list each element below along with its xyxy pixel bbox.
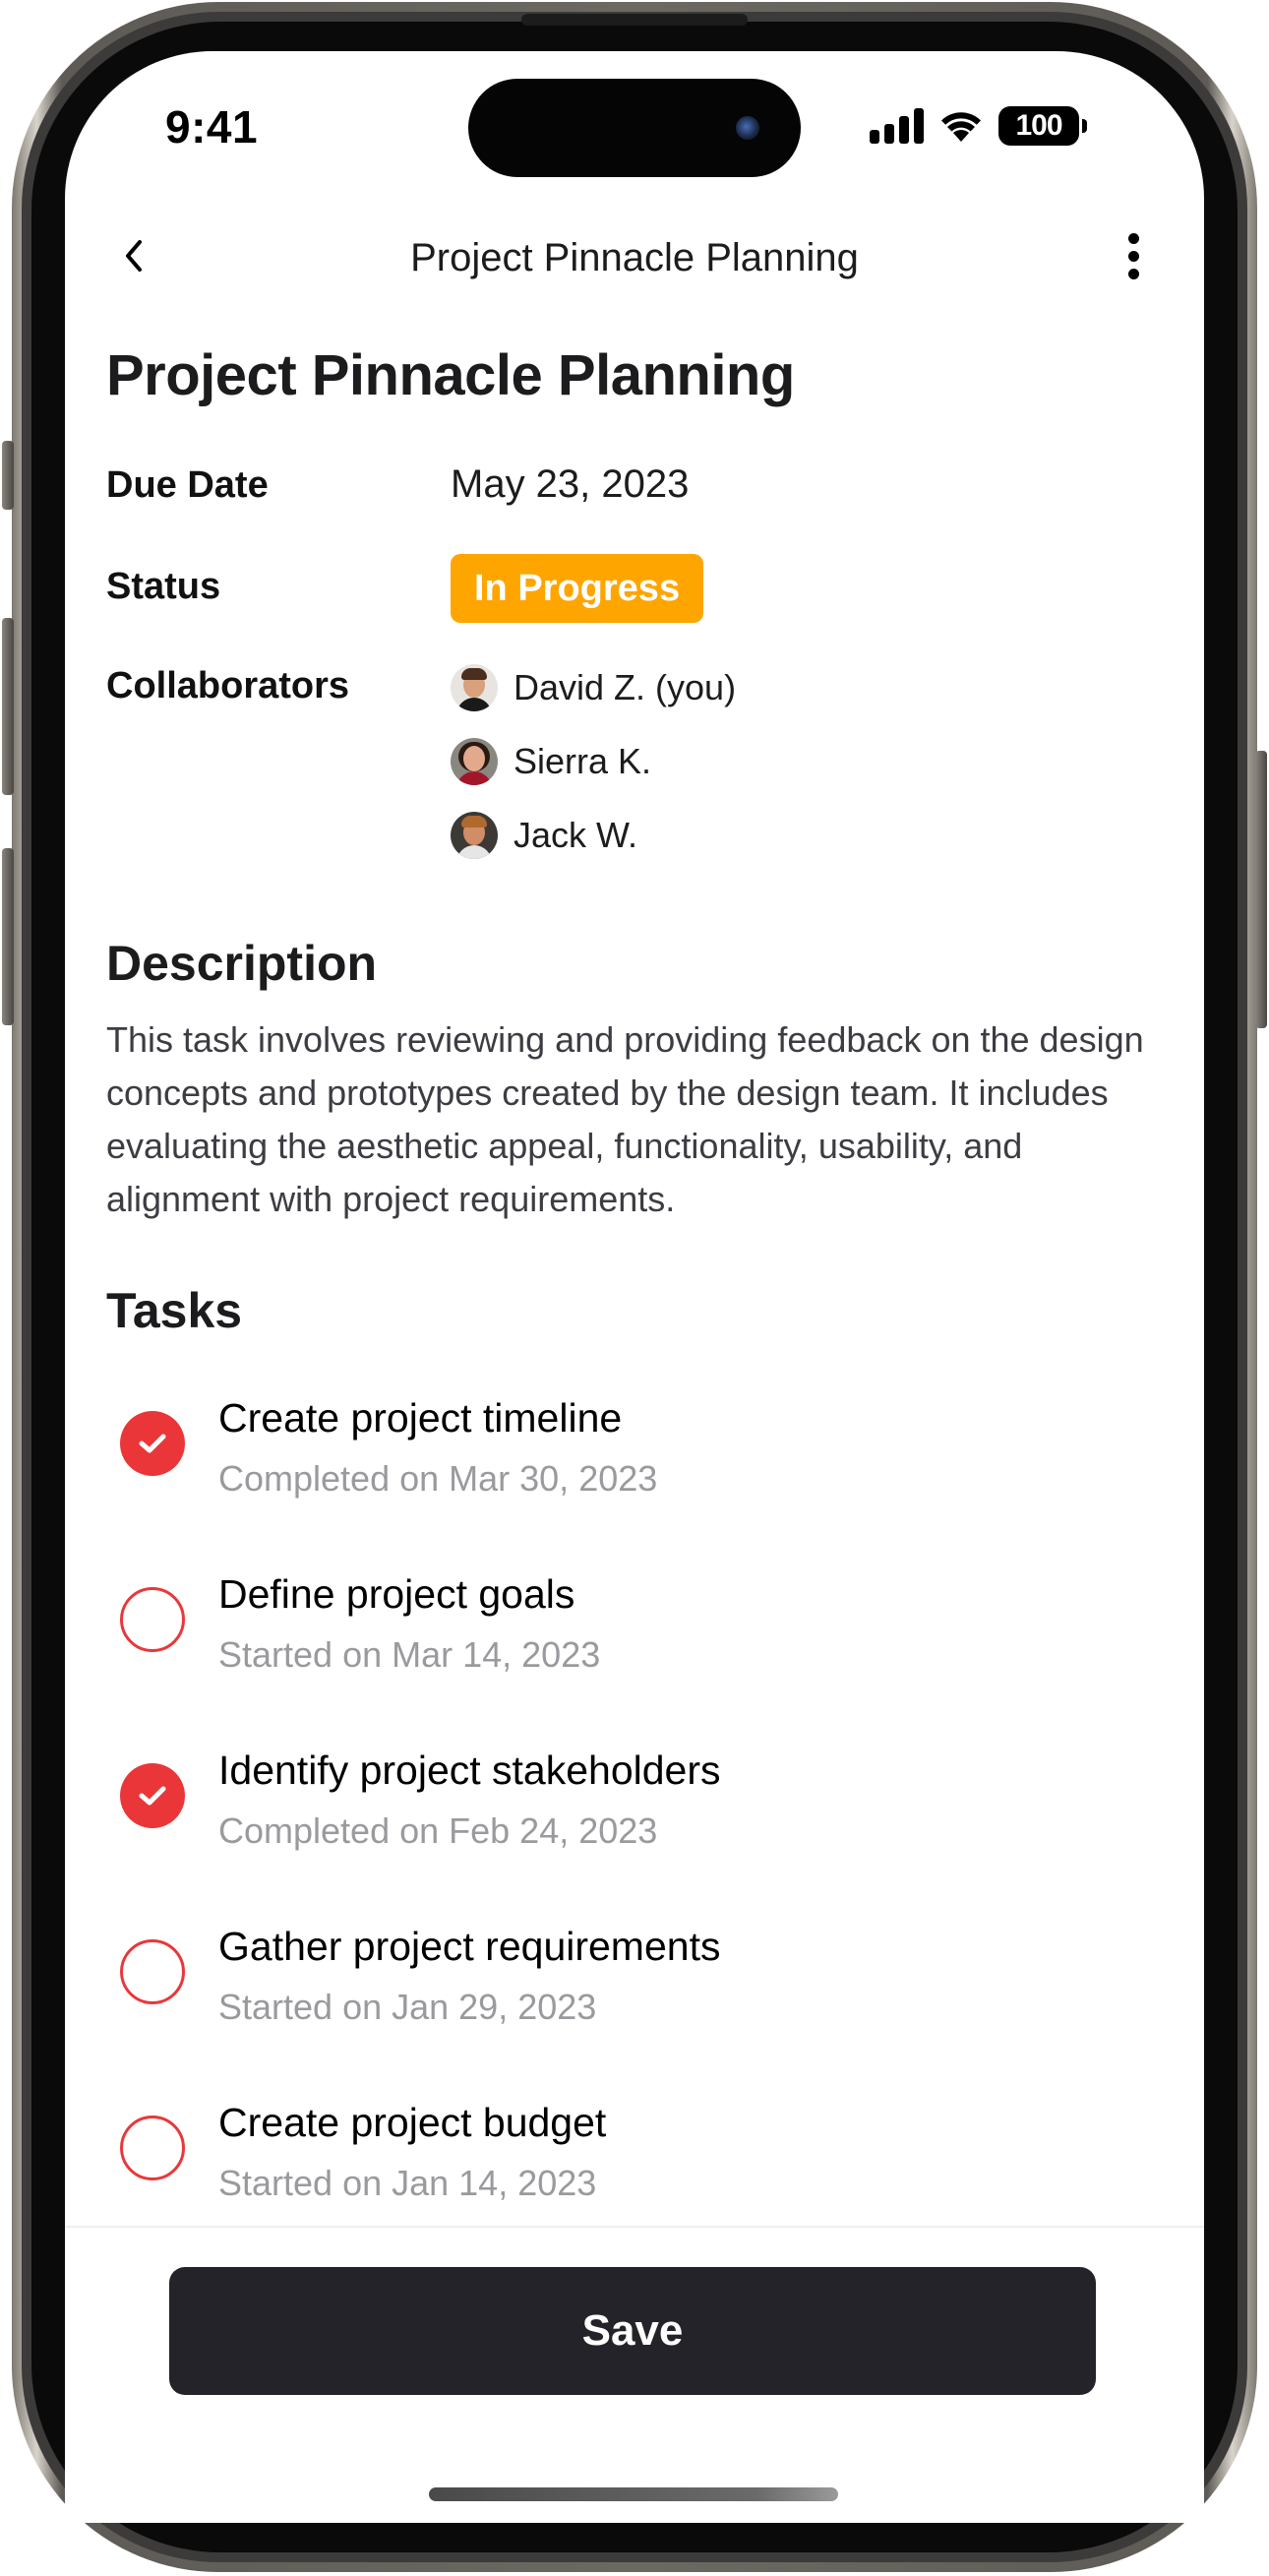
collaborator-name: David Z. (you): [514, 667, 737, 707]
battery-icon: 100: [998, 106, 1087, 146]
checkmark-icon: [139, 1434, 166, 1453]
collaborator-name: Jack W.: [514, 815, 638, 855]
due-date-value[interactable]: May 23, 2023: [451, 462, 689, 507]
page-title: Project Pinnacle Planning: [106, 343, 795, 407]
description-text: This task involves reviewing and providi…: [106, 1019, 1144, 1219]
chevron-left-icon: [126, 240, 142, 272]
task-subtitle: Started on Jan 29, 2023: [218, 1987, 597, 2027]
speaker-slot: [521, 14, 748, 26]
save-button[interactable]: Save: [169, 2267, 1096, 2395]
task-checkbox[interactable]: [120, 1939, 185, 2004]
home-indicator[interactable]: [429, 2487, 838, 2501]
back-button[interactable]: [110, 232, 157, 279]
camera-icon: [736, 116, 759, 140]
avatar: [451, 812, 498, 859]
task-item[interactable]: Gather project requirements Started on J…: [120, 1924, 1104, 2071]
wifi-icon: [941, 112, 981, 142]
task-title: Create project budget: [218, 2100, 607, 2145]
task-subtitle: Started on Mar 14, 2023: [218, 1634, 601, 1675]
collaborator-name: Sierra K.: [514, 741, 652, 781]
avatar: [451, 738, 498, 785]
power-button: [1255, 751, 1267, 1028]
task-checkbox[interactable]: [120, 1411, 185, 1476]
task-item[interactable]: Define project goals Started on Mar 14, …: [120, 1571, 1104, 1719]
volume-down-button: [2, 848, 14, 1025]
status-icons: 100: [870, 106, 1087, 146]
collaborator-item[interactable]: Jack W.: [451, 812, 637, 859]
collaborator-item[interactable]: Sierra K.: [451, 738, 651, 785]
more-vertical-icon-dot: [1127, 250, 1139, 262]
task-subtitle: Started on Jan 14, 2023: [218, 2163, 597, 2203]
more-vertical-icon-dot: [1127, 268, 1139, 279]
action-button: [2, 441, 14, 510]
due-date-label: Due Date: [106, 464, 269, 506]
task-checkbox[interactable]: [120, 2116, 185, 2180]
nav-title: Project Pinnacle Planning: [410, 236, 859, 279]
tasks-heading: Tasks: [106, 1283, 243, 1338]
task-title: Gather project requirements: [218, 1924, 721, 1969]
task-checkbox[interactable]: [120, 1587, 185, 1652]
status-badge[interactable]: In Progress: [451, 554, 704, 623]
task-subtitle: Completed on Mar 30, 2023: [218, 1458, 658, 1499]
more-vertical-icon-dot: [1127, 232, 1139, 244]
checkmark-icon: [139, 1786, 166, 1806]
status-time: 9:41: [165, 101, 259, 153]
collaborators-label: Collaborators: [106, 665, 350, 706]
task-title: Create project timeline: [218, 1395, 623, 1441]
signal-icon: [870, 108, 924, 144]
task-subtitle: Completed on Feb 24, 2023: [218, 1810, 658, 1851]
volume-up-button: [2, 618, 14, 795]
status-label: Status: [106, 566, 221, 607]
task-item[interactable]: Identify project stakeholders Completed …: [120, 1748, 1104, 1895]
collaborator-item[interactable]: David Z. (you): [451, 664, 736, 711]
more-options-button[interactable]: [1110, 228, 1157, 283]
task-checkbox[interactable]: [120, 1763, 185, 1828]
avatar: [451, 664, 498, 711]
task-item[interactable]: Create project timeline Completed on Mar…: [120, 1395, 1104, 1543]
description-heading: Description: [106, 936, 378, 991]
task-title: Define project goals: [218, 1571, 575, 1617]
task-title: Identify project stakeholders: [218, 1748, 721, 1793]
